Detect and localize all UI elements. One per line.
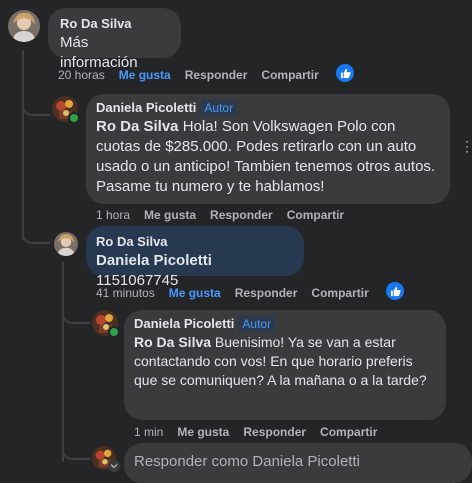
comment-bubble: Daniela Picoletti Autor Ro Da Silva Bueni…	[124, 310, 446, 420]
online-status-icon	[68, 112, 80, 124]
comment-time[interactable]: 41 minutos	[96, 286, 155, 300]
comment-actions: 41 minutos Me gusta Responder Compartir	[96, 286, 383, 300]
comment-time[interactable]: 20 horas	[58, 68, 105, 82]
comment-text: Daniela Picoletti 1151067745	[96, 252, 212, 289]
mention-link[interactable]: Ro Da Silva	[134, 334, 211, 350]
reply-button[interactable]: Responder	[210, 208, 273, 222]
author-badge: Autor	[200, 100, 238, 116]
thread-curve-3	[62, 300, 90, 324]
comment-actions: 20 horas Me gusta Responder Compartir	[58, 68, 333, 82]
comment-bubble: Ro Da Silva Daniela Picoletti 1151067745	[86, 226, 304, 289]
comment-bubble: Ro Da Silva Más información	[48, 8, 181, 71]
reply-button[interactable]: Responder	[185, 68, 248, 82]
comment-author[interactable]: Ro Da Silva	[60, 16, 169, 31]
share-button[interactable]: Compartir	[320, 425, 377, 439]
reply-placeholder: Responder como Daniela Picoletti	[134, 453, 360, 470]
like-button[interactable]: Me gusta	[144, 208, 196, 222]
comment-author[interactable]: Daniela Picoletti	[134, 316, 234, 331]
mention-link[interactable]: Ro Da Silva	[96, 118, 179, 135]
comment-author[interactable]: Ro Da Silva	[96, 234, 294, 249]
thread-curve-1	[22, 90, 50, 116]
reply-button[interactable]: Responder	[243, 425, 306, 439]
comment-actions: 1 min Me gusta Responder Compartir	[134, 425, 391, 439]
comment-text: Ro Da Silva Buenisimo! Ya se van a estar…	[134, 334, 427, 388]
comment-time[interactable]: 1 min	[134, 425, 163, 439]
mention-link[interactable]: Daniela Picoletti	[96, 252, 212, 269]
comment-time[interactable]: 1 hora	[96, 208, 130, 222]
online-status-icon	[108, 326, 120, 338]
like-button[interactable]: Me gusta	[169, 286, 221, 300]
comment-author[interactable]: Daniela Picoletti	[96, 100, 196, 115]
like-button[interactable]: Me gusta	[119, 68, 171, 82]
like-button[interactable]: Me gusta	[177, 425, 229, 439]
thread-curve-4	[62, 436, 90, 460]
avatar-ro-da-silva[interactable]	[8, 10, 40, 42]
share-button[interactable]: Compartir	[261, 68, 318, 82]
comment-text: Más información	[60, 34, 138, 71]
comment-text: Ro Da Silva Hola! Son Volkswagen Polo co…	[96, 118, 436, 195]
thread-line-sub	[62, 262, 64, 462]
share-button[interactable]: Compartir	[311, 286, 368, 300]
chevron-down-icon[interactable]	[108, 460, 120, 472]
reply-input[interactable]: Responder como Daniela Picoletti	[124, 443, 472, 483]
author-badge: Autor	[238, 316, 276, 332]
thumbs-up-icon[interactable]	[386, 282, 404, 300]
thread-curve-2	[22, 220, 50, 244]
share-button[interactable]: Compartir	[287, 208, 344, 222]
comment-bubble: Daniela Picoletti Autor Ro Da Silva Hola!…	[86, 94, 450, 204]
thumbs-up-icon[interactable]	[336, 64, 354, 82]
reply-button[interactable]: Responder	[235, 286, 298, 300]
more-options-icon[interactable]: ⋮	[460, 138, 472, 155]
thread-line-main	[22, 50, 24, 240]
comment-actions: 1 hora Me gusta Responder Compartir	[96, 208, 358, 222]
avatar-ro-da-silva[interactable]	[54, 232, 78, 256]
